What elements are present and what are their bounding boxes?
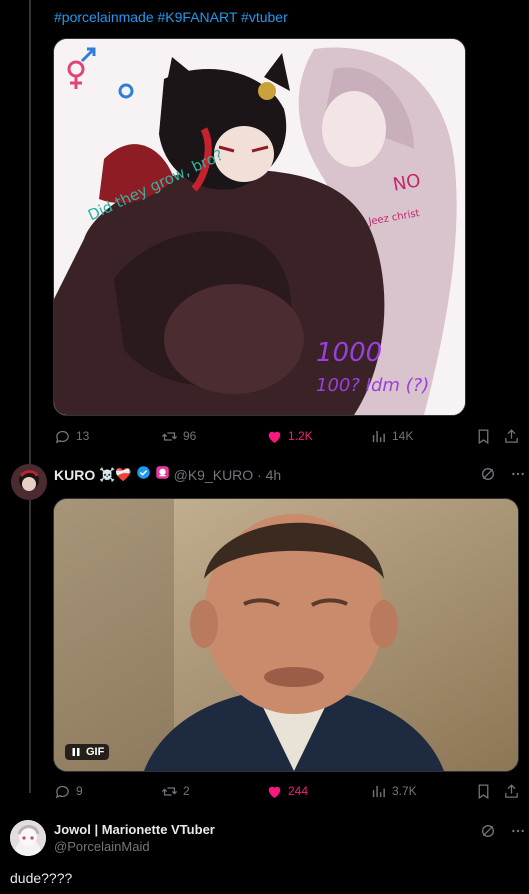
affiliate-badge-icon[interactable] bbox=[155, 465, 170, 485]
like-count: 244 bbox=[288, 784, 309, 798]
reply-button[interactable]: 9 bbox=[54, 783, 83, 800]
gif-frame bbox=[54, 499, 518, 771]
reply-count: 13 bbox=[76, 429, 90, 443]
tweet2-header: KURO ☠️❤️‍🩹 @K9_KURO · 4h bbox=[54, 465, 281, 485]
views-button[interactable]: 3.7K bbox=[370, 783, 417, 800]
bookmark-icon bbox=[478, 783, 489, 799]
art-text-reply: 100? Idm (?) bbox=[316, 375, 429, 396]
reply-icon bbox=[55, 430, 69, 443]
fanart-image[interactable]: Did they grow, bro? NO Jeez christ 1000 … bbox=[53, 38, 466, 416]
jowol-avatar[interactable] bbox=[10, 820, 46, 856]
gif-media[interactable]: GIF bbox=[53, 498, 519, 772]
gif-badge[interactable]: GIF bbox=[65, 744, 110, 760]
repost-icon bbox=[161, 786, 178, 796]
more-icon[interactable] bbox=[510, 466, 526, 485]
author-name[interactable]: KURO bbox=[54, 467, 95, 483]
share-icon bbox=[505, 428, 518, 443]
share-icon bbox=[505, 783, 518, 798]
reply-header-actions bbox=[480, 823, 526, 842]
bookmark-button[interactable] bbox=[475, 428, 492, 445]
jowol-avatar-image bbox=[10, 820, 46, 856]
heart-icon bbox=[268, 431, 281, 443]
views-count: 3.7K bbox=[392, 784, 417, 798]
like-count: 1.2K bbox=[288, 429, 313, 443]
handle-time[interactable]: @K9_KURO · 4h bbox=[174, 467, 282, 483]
tweet1-action-bar: 13 96 1.2K 14K bbox=[54, 426, 520, 446]
tweet2-action-bar: 9 2 244 3.7K bbox=[54, 781, 520, 801]
bookmark-button[interactable] bbox=[475, 783, 492, 800]
kuro-avatar[interactable] bbox=[11, 464, 47, 500]
gif-label: GIF bbox=[86, 746, 105, 758]
tweet2-header-actions bbox=[480, 466, 526, 485]
views-icon bbox=[372, 785, 385, 797]
bookmark-icon bbox=[478, 428, 489, 444]
repost-button[interactable]: 2 bbox=[161, 783, 190, 800]
reply-button[interactable]: 13 bbox=[54, 428, 89, 445]
reply-handle[interactable]: @PorcelainMaid bbox=[54, 839, 215, 854]
views-button[interactable]: 14K bbox=[370, 428, 413, 445]
share-button[interactable] bbox=[503, 428, 520, 445]
share-button[interactable] bbox=[503, 783, 520, 800]
like-button[interactable]: 1.2K bbox=[266, 428, 313, 445]
grok-icon[interactable] bbox=[480, 823, 496, 842]
heart-icon bbox=[268, 786, 281, 798]
kuro-avatar-image bbox=[11, 464, 47, 500]
views-count: 14K bbox=[392, 429, 414, 443]
views-icon bbox=[372, 430, 385, 442]
reply-header: Jowol | Marionette VTuber @PorcelainMaid bbox=[54, 822, 215, 854]
tweet2-thread-line bbox=[29, 503, 31, 793]
author-emoji: ☠️❤️‍🩹 bbox=[99, 467, 132, 482]
reply-icon bbox=[55, 785, 69, 798]
repost-count: 96 bbox=[183, 429, 197, 443]
like-button[interactable]: 244 bbox=[266, 783, 308, 800]
reply-author-name[interactable]: Jowol | Marionette VTuber bbox=[54, 822, 215, 837]
fanart-illustration: Did they grow, bro? NO Jeez christ 1000 … bbox=[54, 39, 465, 415]
pause-icon bbox=[72, 748, 80, 756]
reply-count: 9 bbox=[76, 784, 83, 798]
verified-icon bbox=[136, 465, 151, 485]
grok-icon[interactable] bbox=[480, 466, 496, 485]
repost-icon bbox=[161, 431, 178, 441]
repost-button[interactable]: 96 bbox=[161, 428, 196, 445]
reply-text: dude???? bbox=[10, 870, 73, 886]
art-text-count: 1000 bbox=[316, 338, 382, 368]
hashtags[interactable]: #porcelainmade #K9FANART #vtuber bbox=[54, 9, 288, 25]
repost-count: 2 bbox=[183, 784, 190, 798]
more-icon[interactable] bbox=[510, 823, 526, 842]
